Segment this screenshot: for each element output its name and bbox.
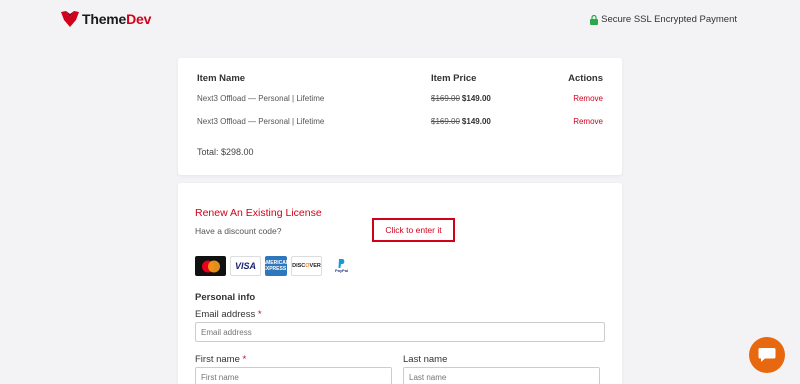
lock-icon: [590, 14, 599, 25]
email-field[interactable]: [195, 322, 605, 342]
payment-methods: VISA AMERICAN EXPRESS DISC O VER PayPal: [195, 256, 361, 276]
item-name: Next3 Offload — Personal | Lifetime: [197, 117, 325, 126]
column-header-actions: Actions: [568, 73, 603, 84]
mastercard-icon: [195, 256, 226, 276]
old-price: $169.00: [431, 94, 460, 103]
discover-icon: DISC O VER: [291, 256, 322, 276]
cart-row: Next3 Offload — Personal | Lifetime $169…: [178, 117, 622, 129]
themedev-logo-icon: [61, 11, 79, 27]
amex-icon: AMERICAN EXPRESS: [263, 256, 289, 276]
chat-button[interactable]: [749, 337, 785, 373]
logo-text: ThemeDev: [82, 11, 152, 27]
checkout-form: Renew An Existing License Have a discoun…: [178, 183, 622, 384]
cart-row: Next3 Offload — Personal | Lifetime $169…: [178, 94, 622, 106]
column-header-item-name: Item Name: [197, 73, 246, 84]
enter-discount-button[interactable]: Click to enter it: [372, 218, 455, 242]
discount-label: Have a discount code?: [195, 226, 282, 236]
cart-total: Total: $298.00: [197, 147, 254, 157]
current-price: $149.00: [461, 94, 491, 103]
last-name-label: Last name: [403, 354, 448, 365]
last-name-field[interactable]: [403, 367, 600, 384]
logo[interactable]: ThemeDev: [61, 11, 151, 27]
cart-summary: Item Name Item Price Actions Next3 Offlo…: [178, 58, 622, 175]
first-name-label: First name *: [195, 354, 247, 365]
old-price: $169.00: [431, 117, 460, 126]
remove-item-link[interactable]: Remove: [573, 94, 603, 103]
personal-info-heading: Personal info: [195, 292, 256, 303]
first-name-field[interactable]: [195, 367, 392, 384]
item-price: $169.00 $149.00: [431, 94, 491, 103]
email-label: Email address *: [195, 309, 262, 320]
header: ThemeDev Secure SSL Encrypted Payment: [0, 0, 800, 40]
secure-payment-notice: Secure SSL Encrypted Payment: [590, 14, 737, 25]
secure-label: Secure SSL Encrypted Payment: [601, 14, 737, 25]
remove-item-link[interactable]: Remove: [573, 117, 603, 126]
chat-bubble-icon: [758, 348, 776, 362]
renew-license-link[interactable]: Renew An Existing License: [195, 207, 322, 219]
item-name: Next3 Offload — Personal | Lifetime: [197, 94, 325, 103]
current-price: $149.00: [461, 117, 491, 126]
visa-icon: VISA: [230, 256, 261, 276]
paypal-icon: PayPal: [326, 256, 357, 276]
column-header-item-price: Item Price: [431, 73, 477, 84]
item-price: $169.00 $149.00: [431, 117, 491, 126]
